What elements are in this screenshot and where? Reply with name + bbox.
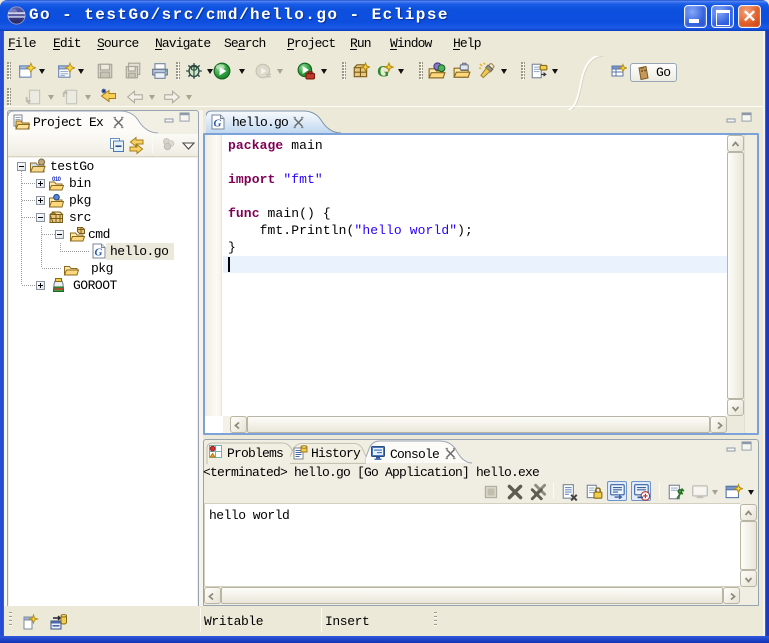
svg-text:G: G bbox=[95, 247, 103, 259]
svg-text:G: G bbox=[214, 118, 222, 130]
svg-text:010: 010 bbox=[52, 177, 62, 183]
